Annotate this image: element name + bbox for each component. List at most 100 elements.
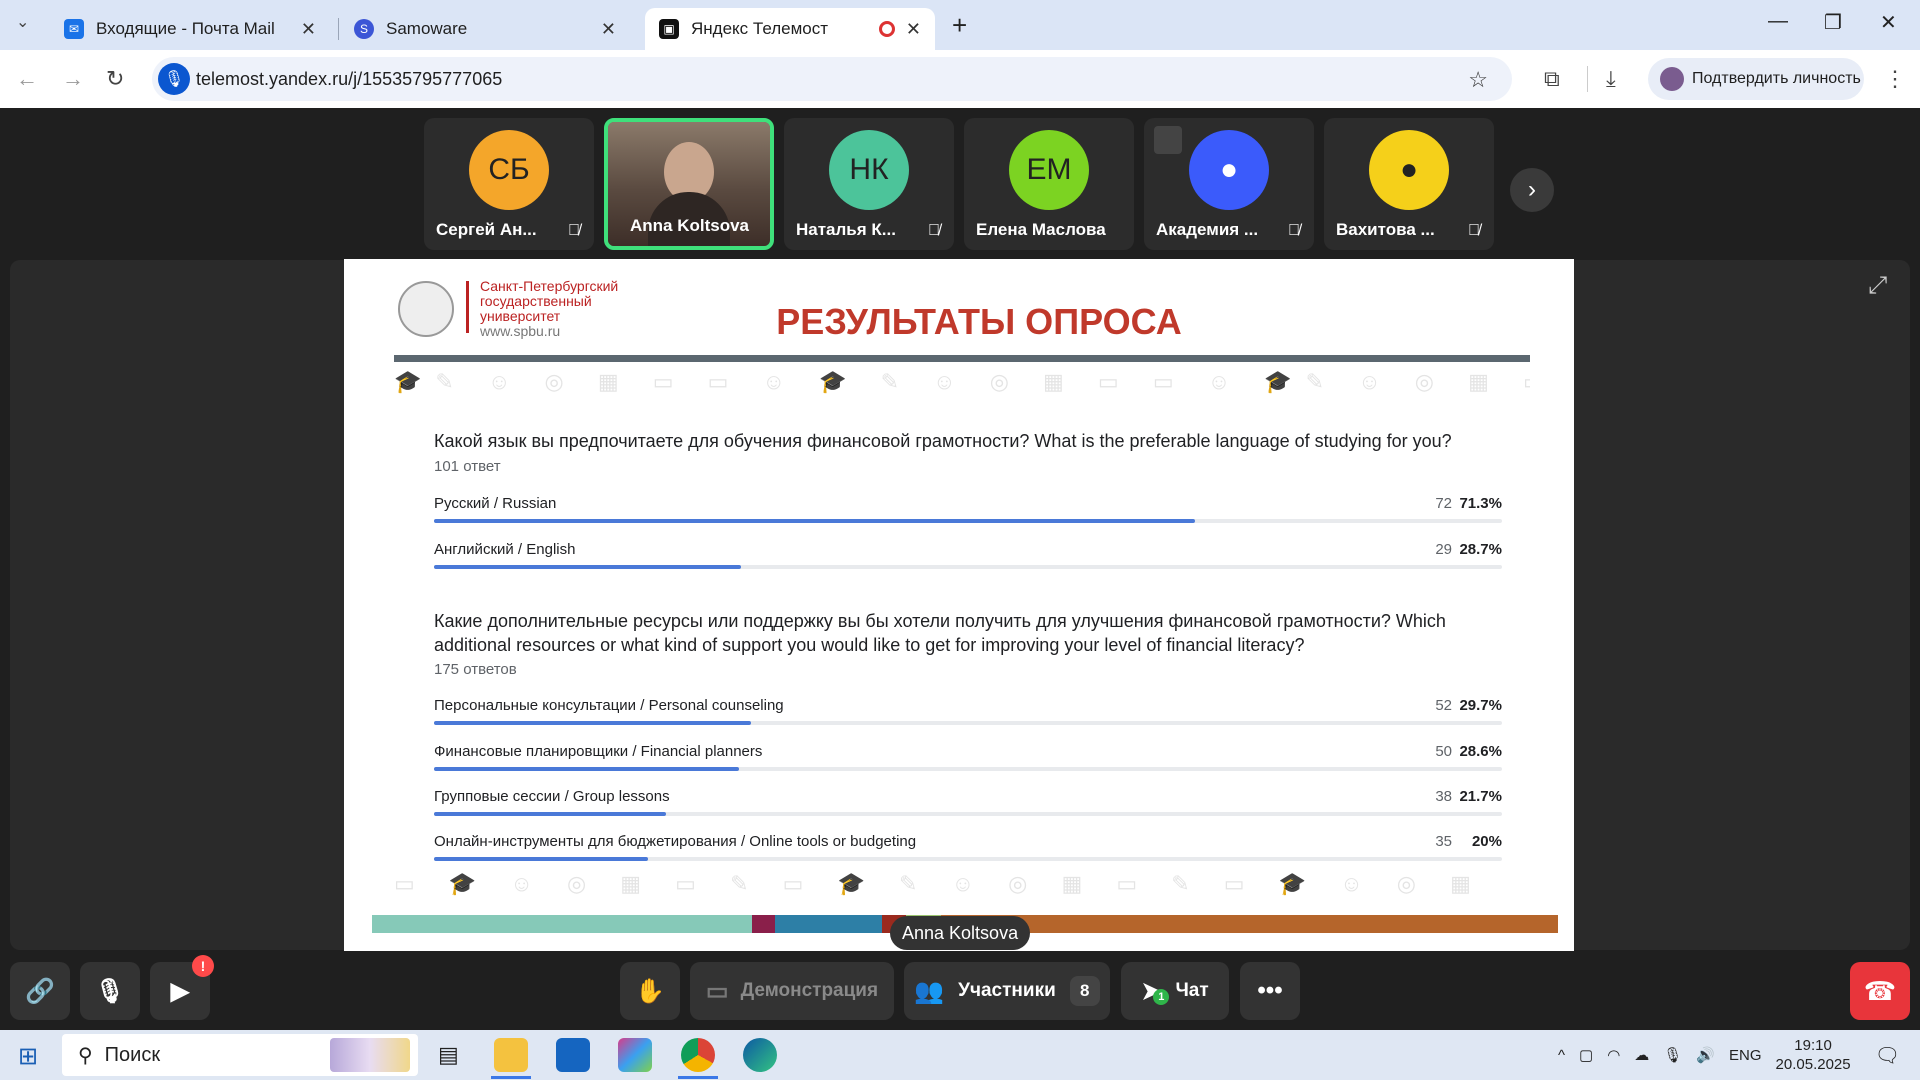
option-bar <box>434 812 666 816</box>
reload-icon[interactable]: ↻ <box>106 66 124 92</box>
tab-samoware[interactable]: S Samoware ✕ <box>340 8 630 50</box>
option-label: Русский / Russian <box>434 495 557 512</box>
copy-link-button[interactable]: 🔗 <box>10 962 70 1020</box>
search-highlight-image <box>330 1038 410 1072</box>
tab-telemost[interactable]: ▣ Яндекс Телемост ✕ <box>645 8 935 50</box>
more-dots-icon: ••• <box>1257 977 1283 1004</box>
participant-tile[interactable]: СБ Сергей Ан... 🎙̸ <box>424 118 594 250</box>
extensions-icon[interactable]: ⧉ <box>1544 66 1560 92</box>
participant-name: Вахитова ... <box>1336 220 1435 239</box>
chevron-up-icon[interactable]: ^ <box>1558 1047 1565 1064</box>
option-percent: 20% <box>1471 833 1502 850</box>
windows-start-icon[interactable]: ⊞ <box>18 1042 38 1071</box>
mic-off-icon: 🎙̸ <box>1288 222 1300 239</box>
option-percent: 28.6% <box>1459 743 1502 760</box>
option-bar <box>434 565 741 569</box>
participant-tile[interactable]: ● Вахитова ... 🎙̸ <box>1324 118 1494 250</box>
close-icon[interactable]: ✕ <box>906 19 921 40</box>
screen-share-label: Демонстрация <box>740 980 879 1001</box>
microphone-toggle-button[interactable]: 🎙 <box>80 962 140 1020</box>
menu-kebab-icon[interactable]: ⋮ <box>1884 66 1906 92</box>
download-icon[interactable]: ⤓ <box>1606 66 1616 92</box>
volume-icon[interactable]: 🔊 <box>1696 1046 1715 1064</box>
tab-title: Яндекс Телемост <box>691 19 829 38</box>
close-icon[interactable]: ✕ <box>601 19 616 40</box>
restore-icon[interactable]: ❐ <box>1824 10 1842 35</box>
minimize-icon[interactable]: — <box>1768 10 1788 33</box>
decorative-pattern: ▭ 🎓 ☺ ◎ ▦ ▭ ✎ ▭ 🎓 ✎ ☺ ◎ ▦ ▭ ✎ ▭ 🎓 ☺ ◎ ▦ <box>394 871 1485 896</box>
microphone-icon[interactable]: 🎙 <box>1663 1046 1682 1064</box>
new-tab-icon[interactable]: + <box>952 10 967 41</box>
option-bar <box>434 767 740 771</box>
url-bar[interactable]: 🎙 telemost.yandex.ru/j/15535795777065 ☆ <box>152 57 1512 101</box>
chat-label: Чат <box>1175 980 1209 1001</box>
microsoft365-icon[interactable] <box>618 1038 652 1072</box>
option-label: Онлайн-инструменты для бюджетирования / … <box>434 833 917 850</box>
question-2-responses: 175 ответов <box>434 661 517 678</box>
option-count: 72 <box>1435 495 1452 512</box>
notifications-icon[interactable]: 🗨 <box>1875 1043 1900 1068</box>
screen-share-icon: ▭ <box>705 977 729 1005</box>
speaker-name-tag: Anna Koltsova <box>890 916 1031 950</box>
raise-hand-button[interactable]: ✋ <box>620 962 680 1020</box>
meet-now-icon[interactable]: ▢ <box>1579 1046 1593 1064</box>
chrome-icon[interactable] <box>681 1038 715 1072</box>
wifi-icon[interactable]: ◠ <box>1607 1046 1620 1064</box>
hand-icon: ✋ <box>635 977 665 1005</box>
phone-hangup-icon: ☎ <box>1863 975 1897 1006</box>
url-text[interactable]: telemost.yandex.ru/j/15535795777065 <box>196 69 502 90</box>
verify-label: Подтвердить личность <box>1692 70 1861 87</box>
poll-option: Финансовые планировщики / Financial plan… <box>434 743 1502 773</box>
participant-name: Академия ... <box>1156 220 1259 239</box>
edge-icon[interactable] <box>743 1038 777 1072</box>
forward-icon[interactable]: → <box>62 66 84 92</box>
person-icon: ● <box>1189 130 1269 210</box>
fullscreen-icon[interactable]: ⤢ <box>1868 272 1887 300</box>
option-count: 52 <box>1435 697 1452 714</box>
microphone-permission-icon[interactable]: 🎙 <box>158 63 190 95</box>
tab-mail[interactable]: ✉ Входящие - Почта Mail ✕ <box>50 8 330 50</box>
participant-tile[interactable]: ЕМ Елена Маслова <box>964 118 1134 250</box>
tab-title: Samoware <box>386 19 468 38</box>
clock[interactable]: 19:10 20.05.2025 <box>1776 1036 1851 1074</box>
participant-name: Наталья К... <box>796 220 896 239</box>
question-2-text: Какие дополнительные ресурсы или поддерж… <box>434 611 1446 655</box>
taskbar-search[interactable]: ⚲ Поиск <box>62 1034 418 1076</box>
avatar: СБ <box>469 130 549 210</box>
chat-button[interactable]: ➤ 1 Чат <box>1121 962 1229 1020</box>
end-call-button[interactable]: ☎ <box>1850 962 1910 1020</box>
onedrive-icon[interactable]: ☁ <box>1634 1046 1649 1064</box>
input-language[interactable]: ENG <box>1729 1047 1762 1064</box>
bookmark-star-icon[interactable]: ☆ <box>1468 67 1488 93</box>
recording-icon <box>879 21 895 37</box>
option-count: 29 <box>1435 541 1452 558</box>
participants-count: 8 <box>1069 976 1100 1006</box>
system-tray: ^ ▢ ◠ ☁ 🎙 🔊 ENG 19:10 20.05.2025 🗨 <box>1558 1030 1900 1080</box>
avatar: НК <box>829 130 909 210</box>
browser-tab-bar: ⌄ ✉ Входящие - Почта Mail ✕ S Samoware ✕… <box>0 0 1920 50</box>
close-icon[interactable]: ✕ <box>301 19 316 40</box>
chat-icon: ➤ 1 <box>1141 977 1170 1006</box>
profile-avatar <box>1660 67 1684 91</box>
verify-identity-button[interactable]: Подтвердить личность <box>1648 58 1864 100</box>
file-explorer-icon[interactable] <box>494 1038 528 1072</box>
more-options-button[interactable]: ••• <box>1240 962 1300 1020</box>
window-close-icon[interactable]: ✕ <box>1880 10 1897 35</box>
participant-tile[interactable]: НК Наталья К... 🎙̸ <box>784 118 954 250</box>
screen-share-button[interactable]: ▭ Демонстрация <box>690 962 894 1020</box>
next-participants-button[interactable]: › <box>1510 168 1554 212</box>
participant-tile[interactable]: ● Академия ... 🎙̸ <box>1144 118 1314 250</box>
option-percent: 71.3% <box>1459 495 1502 512</box>
participants-button[interactable]: 👥 Участники 8 <box>904 962 1110 1020</box>
camera-off-icon: ▶ <box>170 977 190 1005</box>
color-bar-segment <box>372 915 752 933</box>
outlook-icon[interactable] <box>556 1038 590 1072</box>
back-icon[interactable]: ← <box>16 66 38 92</box>
address-bar-row: ← → ↻ 🎙 telemost.yandex.ru/j/15535795777… <box>0 50 1920 108</box>
tab-search-chevron-icon[interactable]: ⌄ <box>16 12 29 32</box>
participant-tile-active-speaker[interactable]: Anna Koltsova <box>604 118 774 250</box>
person-icon: ● <box>1369 130 1449 210</box>
presentation-slide: Санкт-Петербургский государственный унив… <box>344 259 1574 951</box>
participant-name: Елена Маслова <box>976 220 1106 239</box>
task-view-icon[interactable]: ▤ <box>438 1042 459 1068</box>
